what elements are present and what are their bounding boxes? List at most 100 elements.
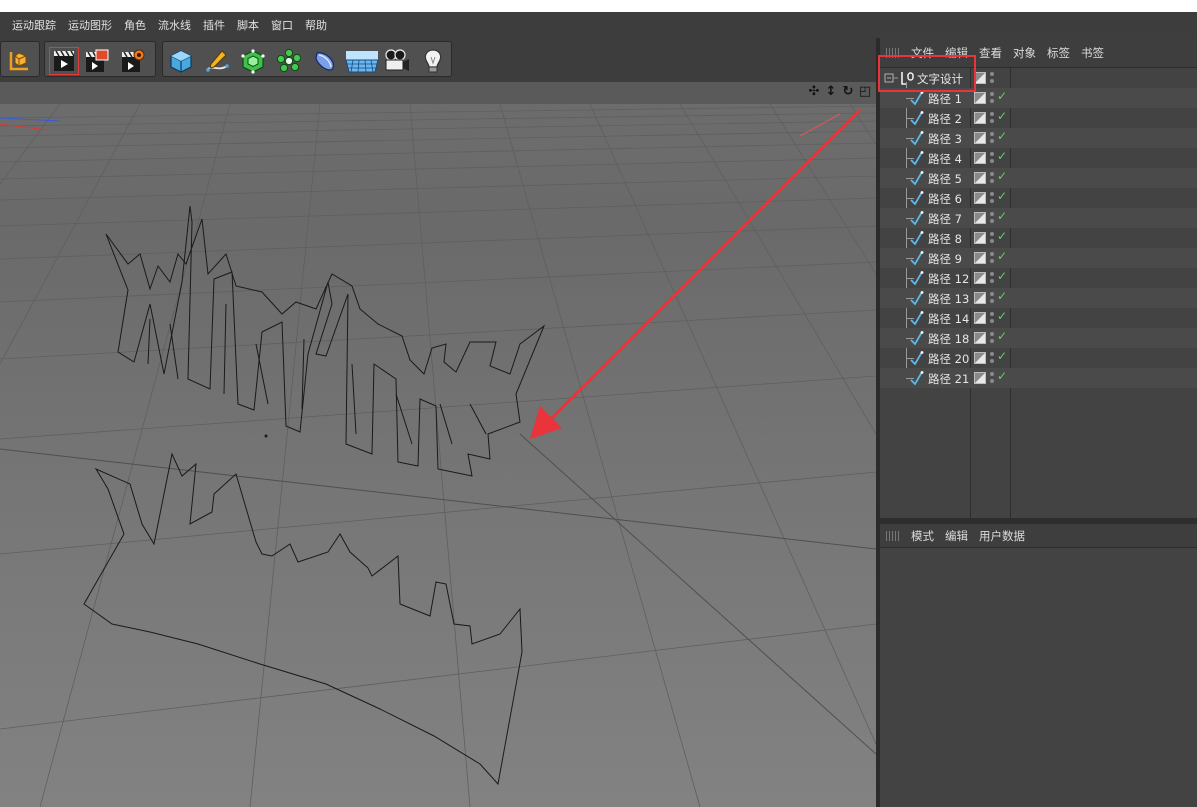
- enabled-check-icon[interactable]: ✓: [997, 329, 1007, 343]
- enabled-check-icon[interactable]: ✓: [997, 149, 1007, 163]
- coordinate-axis-icon[interactable]: [5, 47, 33, 75]
- display-toggle-icon[interactable]: [974, 252, 986, 264]
- tree-label[interactable]: 路径 6: [928, 191, 962, 207]
- tree-row[interactable]: 路径 14 ✓: [880, 308, 1197, 328]
- tree-row[interactable]: 路径 2 ✓: [880, 108, 1197, 128]
- tree-row[interactable]: 路径 1 ✓: [880, 88, 1197, 108]
- menu-help[interactable]: 帮助: [305, 17, 327, 33]
- cube-primitive-icon[interactable]: [167, 47, 195, 75]
- menu-window[interactable]: 窗口: [271, 17, 293, 33]
- display-toggle-icon[interactable]: [974, 272, 986, 284]
- tree-label[interactable]: 路径 1: [928, 91, 962, 107]
- display-toggle-icon[interactable]: [974, 92, 986, 104]
- tree-row[interactable]: 路径 18 ✓: [880, 328, 1197, 348]
- zoom-view-icon[interactable]: ↕: [824, 85, 838, 99]
- tree-row[interactable]: 路径 21 ✓: [880, 368, 1197, 388]
- tree-label[interactable]: 路径 7: [928, 211, 962, 227]
- rotate-view-icon[interactable]: ↻: [841, 85, 855, 99]
- camera-icon[interactable]: [383, 47, 411, 75]
- floor-scene-icon[interactable]: [345, 47, 379, 75]
- pen-spline-icon[interactable]: [203, 47, 231, 75]
- enabled-check-icon[interactable]: ✓: [997, 269, 1007, 283]
- display-toggle-icon[interactable]: [974, 152, 986, 164]
- display-toggle-icon[interactable]: [974, 312, 986, 324]
- move-view-icon[interactable]: ✣: [807, 85, 821, 99]
- tree-label[interactable]: 路径 2: [928, 111, 962, 127]
- visibility-dots-icon[interactable]: [990, 231, 995, 245]
- visibility-dots-icon[interactable]: [990, 71, 995, 85]
- enabled-check-icon[interactable]: ✓: [997, 349, 1007, 363]
- tree-label[interactable]: 路径 20: [928, 351, 969, 367]
- tree-row[interactable]: 路径 5 ✓: [880, 168, 1197, 188]
- collapse-toggle-icon[interactable]: [884, 71, 899, 85]
- tree-label[interactable]: 路径 14: [928, 311, 969, 327]
- om-menu-tags[interactable]: 标签: [1047, 45, 1070, 61]
- display-toggle-icon[interactable]: [974, 72, 986, 84]
- visibility-dots-icon[interactable]: [990, 131, 995, 145]
- om-menu-file[interactable]: 文件: [911, 45, 934, 61]
- menu-motion-tracking[interactable]: 运动跟踪: [12, 17, 56, 33]
- enabled-check-icon[interactable]: ✓: [997, 129, 1007, 143]
- display-toggle-icon[interactable]: [974, 172, 986, 184]
- display-toggle-icon[interactable]: [974, 212, 986, 224]
- visibility-dots-icon[interactable]: [990, 111, 995, 125]
- tree-label[interactable]: 路径 5: [928, 171, 962, 187]
- om-menu-edit[interactable]: 编辑: [945, 45, 968, 61]
- om-menu-bookmarks[interactable]: 书签: [1081, 45, 1104, 61]
- tree-row[interactable]: 路径 9 ✓: [880, 248, 1197, 268]
- visibility-dots-icon[interactable]: [990, 271, 995, 285]
- visibility-dots-icon[interactable]: [990, 291, 995, 305]
- tree-row[interactable]: 路径 8 ✓: [880, 228, 1197, 248]
- menu-plugins[interactable]: 插件: [203, 17, 225, 33]
- enabled-check-icon[interactable]: ✓: [997, 309, 1007, 323]
- menu-pipeline[interactable]: 流水线: [158, 17, 191, 33]
- maximize-view-icon[interactable]: ◰: [858, 85, 872, 99]
- am-menu-edit[interactable]: 编辑: [945, 528, 968, 544]
- light-icon[interactable]: [419, 47, 447, 75]
- display-toggle-icon[interactable]: [974, 372, 986, 384]
- tree-label[interactable]: 路径 13: [928, 291, 969, 307]
- enabled-check-icon[interactable]: ✓: [997, 289, 1007, 303]
- tree-row[interactable]: 路径 13 ✓: [880, 288, 1197, 308]
- display-toggle-icon[interactable]: [974, 332, 986, 344]
- deformer-icon[interactable]: [311, 47, 339, 75]
- am-menu-user-data[interactable]: 用户数据: [979, 528, 1025, 544]
- panel-grip-icon[interactable]: [886, 530, 900, 541]
- visibility-dots-icon[interactable]: [990, 371, 995, 385]
- menu-character[interactable]: 角色: [124, 17, 146, 33]
- enabled-check-icon[interactable]: ✓: [997, 209, 1007, 223]
- enabled-check-icon[interactable]: ✓: [997, 109, 1007, 123]
- display-toggle-icon[interactable]: [974, 232, 986, 244]
- visibility-dots-icon[interactable]: [990, 311, 995, 325]
- tree-label[interactable]: 路径 21: [928, 371, 969, 387]
- visibility-dots-icon[interactable]: [990, 351, 995, 365]
- render-picture-viewer-icon[interactable]: [83, 47, 111, 75]
- tree-row[interactable]: 路径 7 ✓: [880, 208, 1197, 228]
- display-toggle-icon[interactable]: [974, 292, 986, 304]
- enabled-check-icon[interactable]: ✓: [997, 249, 1007, 263]
- tree-row[interactable]: 路径 20 ✓: [880, 348, 1197, 368]
- menu-script[interactable]: 脚本: [237, 17, 259, 33]
- visibility-dots-icon[interactable]: [990, 171, 995, 185]
- enabled-check-icon[interactable]: ✓: [997, 169, 1007, 183]
- tree-label[interactable]: 路径 12: [928, 271, 969, 287]
- tree-row[interactable]: 路径 6 ✓: [880, 188, 1197, 208]
- tree-label[interactable]: 路径 4: [928, 151, 962, 167]
- display-toggle-icon[interactable]: [974, 132, 986, 144]
- am-menu-mode[interactable]: 模式: [911, 528, 934, 544]
- visibility-dots-icon[interactable]: [990, 191, 995, 205]
- om-menu-object[interactable]: 对象: [1013, 45, 1036, 61]
- tree-row-root[interactable]: 文字设计: [880, 68, 1197, 88]
- enabled-check-icon[interactable]: ✓: [997, 89, 1007, 103]
- tree-row[interactable]: 路径 12 ✓: [880, 268, 1197, 288]
- tree-label[interactable]: 路径 18: [928, 331, 969, 347]
- subdivision-surface-icon[interactable]: [239, 47, 267, 75]
- enabled-check-icon[interactable]: ✓: [997, 229, 1007, 243]
- tree-row[interactable]: 路径 4 ✓: [880, 148, 1197, 168]
- enabled-check-icon[interactable]: ✓: [997, 369, 1007, 383]
- tree-row[interactable]: 路径 3 ✓: [880, 128, 1197, 148]
- visibility-dots-icon[interactable]: [990, 331, 995, 345]
- cloner-icon[interactable]: [275, 47, 303, 75]
- tree-label-root[interactable]: 文字设计: [917, 71, 963, 87]
- visibility-dots-icon[interactable]: [990, 151, 995, 165]
